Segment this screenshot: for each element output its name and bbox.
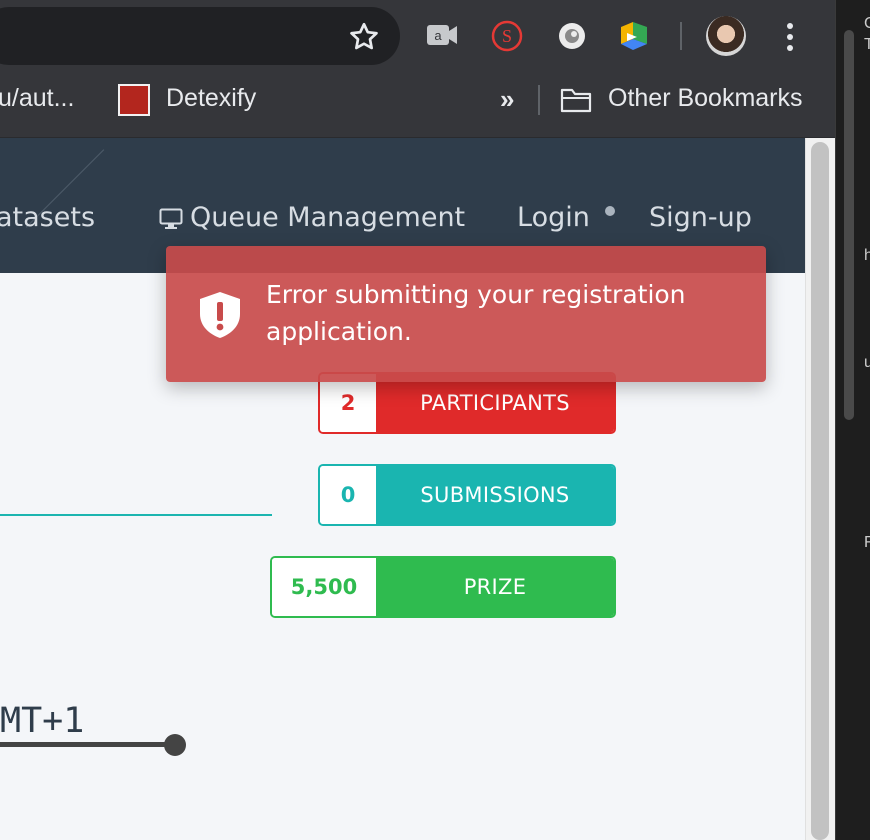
detexify-favicon-icon <box>118 84 150 116</box>
bookmarks-overflow-icon[interactable]: » <box>500 84 514 115</box>
nav-item-datasets[interactable]: atasets <box>0 202 95 233</box>
submissions-count: 0 <box>320 466 376 524</box>
participants-count: 2 <box>320 374 376 432</box>
folder-icon <box>560 88 592 113</box>
nav-item-login[interactable]: Login <box>517 202 590 233</box>
nav-item-sign-up[interactable]: Sign-up <box>649 202 752 233</box>
nav-item-queue-management[interactable]: Queue Management <box>190 202 465 233</box>
prize-stat[interactable]: 5,500 PRIZE <box>270 556 616 618</box>
error-message: Error submitting your registration appli… <box>266 280 686 346</box>
address-bar[interactable] <box>0 7 400 65</box>
extension-lens-icon[interactable] <box>555 18 589 54</box>
nav-separator-dot <box>605 206 615 216</box>
browser-menu-icon[interactable] <box>776 20 804 54</box>
background-window-text: T <box>864 36 870 53</box>
background-window-text: F <box>864 534 870 551</box>
background-window-text: h <box>864 247 870 264</box>
submissions-stat[interactable]: 0 SUBMISSIONS <box>318 464 616 526</box>
extension-a-icon[interactable]: a <box>425 18 459 54</box>
extension-color-icon[interactable] <box>617 18 651 54</box>
bookmark-item[interactable]: u/aut... <box>0 84 74 113</box>
bookmark-star-icon[interactable] <box>346 19 382 55</box>
monitor-icon <box>159 208 183 229</box>
extension-s-icon[interactable]: S <box>490 18 524 54</box>
submissions-label: SUBMISSIONS <box>376 466 614 524</box>
bookmark-item-detexify[interactable]: Detexify <box>166 84 256 113</box>
shield-alert-icon <box>200 292 240 338</box>
svg-text:S: S <box>502 26 512 46</box>
error-toast[interactable]: Error submitting your registration appli… <box>166 246 766 382</box>
profile-avatar[interactable] <box>706 16 746 56</box>
background-window-scrollbar <box>844 30 854 420</box>
timeline-track <box>0 742 176 747</box>
prize-label: PRIZE <box>376 558 614 616</box>
toolbar-divider <box>680 22 682 50</box>
other-bookmarks[interactable]: Other Bookmarks <box>608 84 803 113</box>
participants-label: PARTICIPANTS <box>376 374 614 432</box>
bookmarks-divider <box>538 85 540 115</box>
prize-amount: 5,500 <box>272 558 376 616</box>
section-underline <box>0 514 272 516</box>
browser-toolbar: a S <box>0 0 835 76</box>
page-scrollbar-thumb[interactable] <box>811 142 829 840</box>
background-window-text: C <box>864 15 870 32</box>
svg-text:a: a <box>434 28 442 43</box>
background-window-text: u <box>864 354 870 371</box>
timeline-knob[interactable] <box>164 734 186 756</box>
background-window-strip: C T h u F <box>835 0 870 840</box>
timezone-text: MT+1 <box>0 701 85 741</box>
